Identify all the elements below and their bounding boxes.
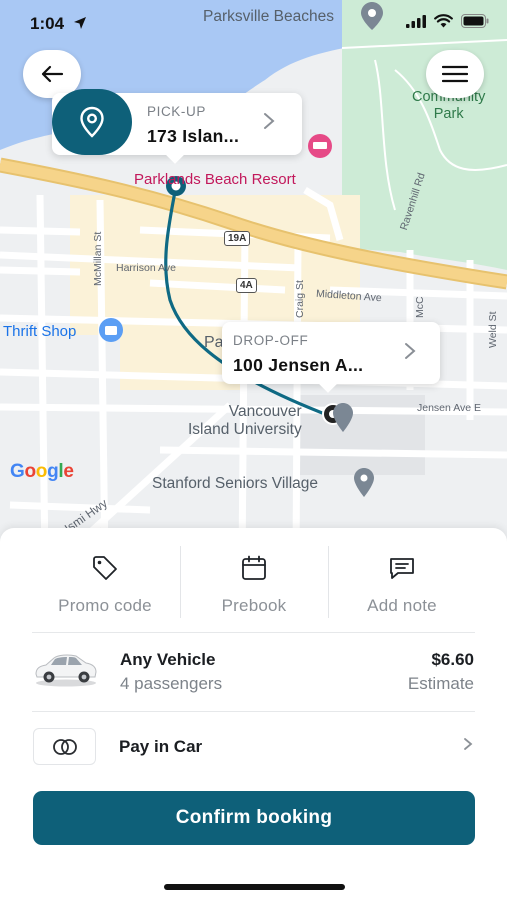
signal-icon xyxy=(406,14,426,28)
status-icons xyxy=(406,14,489,28)
battery-icon xyxy=(461,14,489,28)
google-logo: Google xyxy=(10,461,74,482)
map-label-partial-pa: Pa xyxy=(204,334,224,351)
price-estimate-label: Estimate xyxy=(407,674,474,693)
options-row: Promo code Prebook Add note xyxy=(0,546,507,628)
location-pin-icon xyxy=(80,106,104,138)
map-label-craig-st: Craig St xyxy=(294,280,306,318)
location-arrow-icon xyxy=(73,17,86,29)
price-value: $6.60 xyxy=(431,650,474,669)
map-label-harrison-ave: Harrison Ave xyxy=(116,262,176,274)
add-note-label: Add note xyxy=(367,596,437,615)
vehicle-passengers: 4 passengers xyxy=(120,674,223,693)
divider xyxy=(32,632,475,633)
menu-button[interactable] xyxy=(426,50,484,98)
pickup-pin-badge xyxy=(52,89,132,155)
map-label-university[interactable]: Vancouver Island University xyxy=(188,403,302,439)
map-label-thrift-shop[interactable]: Thrift Shop xyxy=(3,323,76,340)
map-label-seniors-village[interactable]: Stanford Seniors Village xyxy=(152,475,318,493)
map-label-mcmillan-st: McMillan St xyxy=(92,231,104,286)
add-note-button[interactable]: Add note xyxy=(328,546,476,628)
booking-sheet: Promo code Prebook Add note Any Vehicle … xyxy=(0,528,507,900)
map-label-parksville-beaches: Parksville Beaches xyxy=(203,8,334,25)
payment-method-label: Pay in Car xyxy=(119,737,203,756)
divider xyxy=(32,711,475,712)
chevron-right-icon xyxy=(404,342,416,366)
home-indicator xyxy=(164,884,345,890)
prebook-label: Prebook xyxy=(221,596,287,615)
promo-code-button[interactable]: Promo code xyxy=(30,546,180,628)
prebook-button[interactable]: Prebook xyxy=(180,546,328,628)
hamburger-menu-icon xyxy=(442,65,468,83)
map-label-jensen-ave-e: Jensen Ave E xyxy=(417,402,482,414)
map-label-mcc: McC xyxy=(414,296,426,318)
message-icon xyxy=(390,558,414,579)
chevron-right-icon xyxy=(463,736,473,757)
promo-code-label: Promo code xyxy=(58,596,152,615)
back-arrow-icon xyxy=(41,65,64,83)
dropoff-caption: DROP-OFF xyxy=(233,333,309,348)
vehicle-name: Any Vehicle xyxy=(120,650,216,669)
pickup-address: 173 Islan... xyxy=(147,126,240,146)
highway-shield-19a: 19A xyxy=(224,231,251,246)
calendar-icon xyxy=(242,555,266,580)
status-time: 1:04 xyxy=(30,14,87,34)
dropoff-address: 100 Jensen A... xyxy=(233,355,364,375)
highway-shield-4a: 4A xyxy=(236,278,257,293)
confirm-booking-button[interactable]: Confirm booking xyxy=(33,791,475,845)
pickup-caption: PICK-UP xyxy=(147,104,206,119)
wifi-icon xyxy=(434,14,453,28)
car-icon xyxy=(35,654,97,687)
tag-icon xyxy=(93,556,117,580)
dropoff-card[interactable]: DROP-OFF 100 Jensen A... xyxy=(222,322,440,393)
map-label-resort[interactable]: Parklands Beach Resort xyxy=(134,171,296,188)
credit-card-icon xyxy=(52,738,77,755)
map-label-weld-st: Weld St xyxy=(487,311,499,348)
chevron-right-icon xyxy=(263,112,275,136)
payment-icon-box xyxy=(33,728,96,765)
